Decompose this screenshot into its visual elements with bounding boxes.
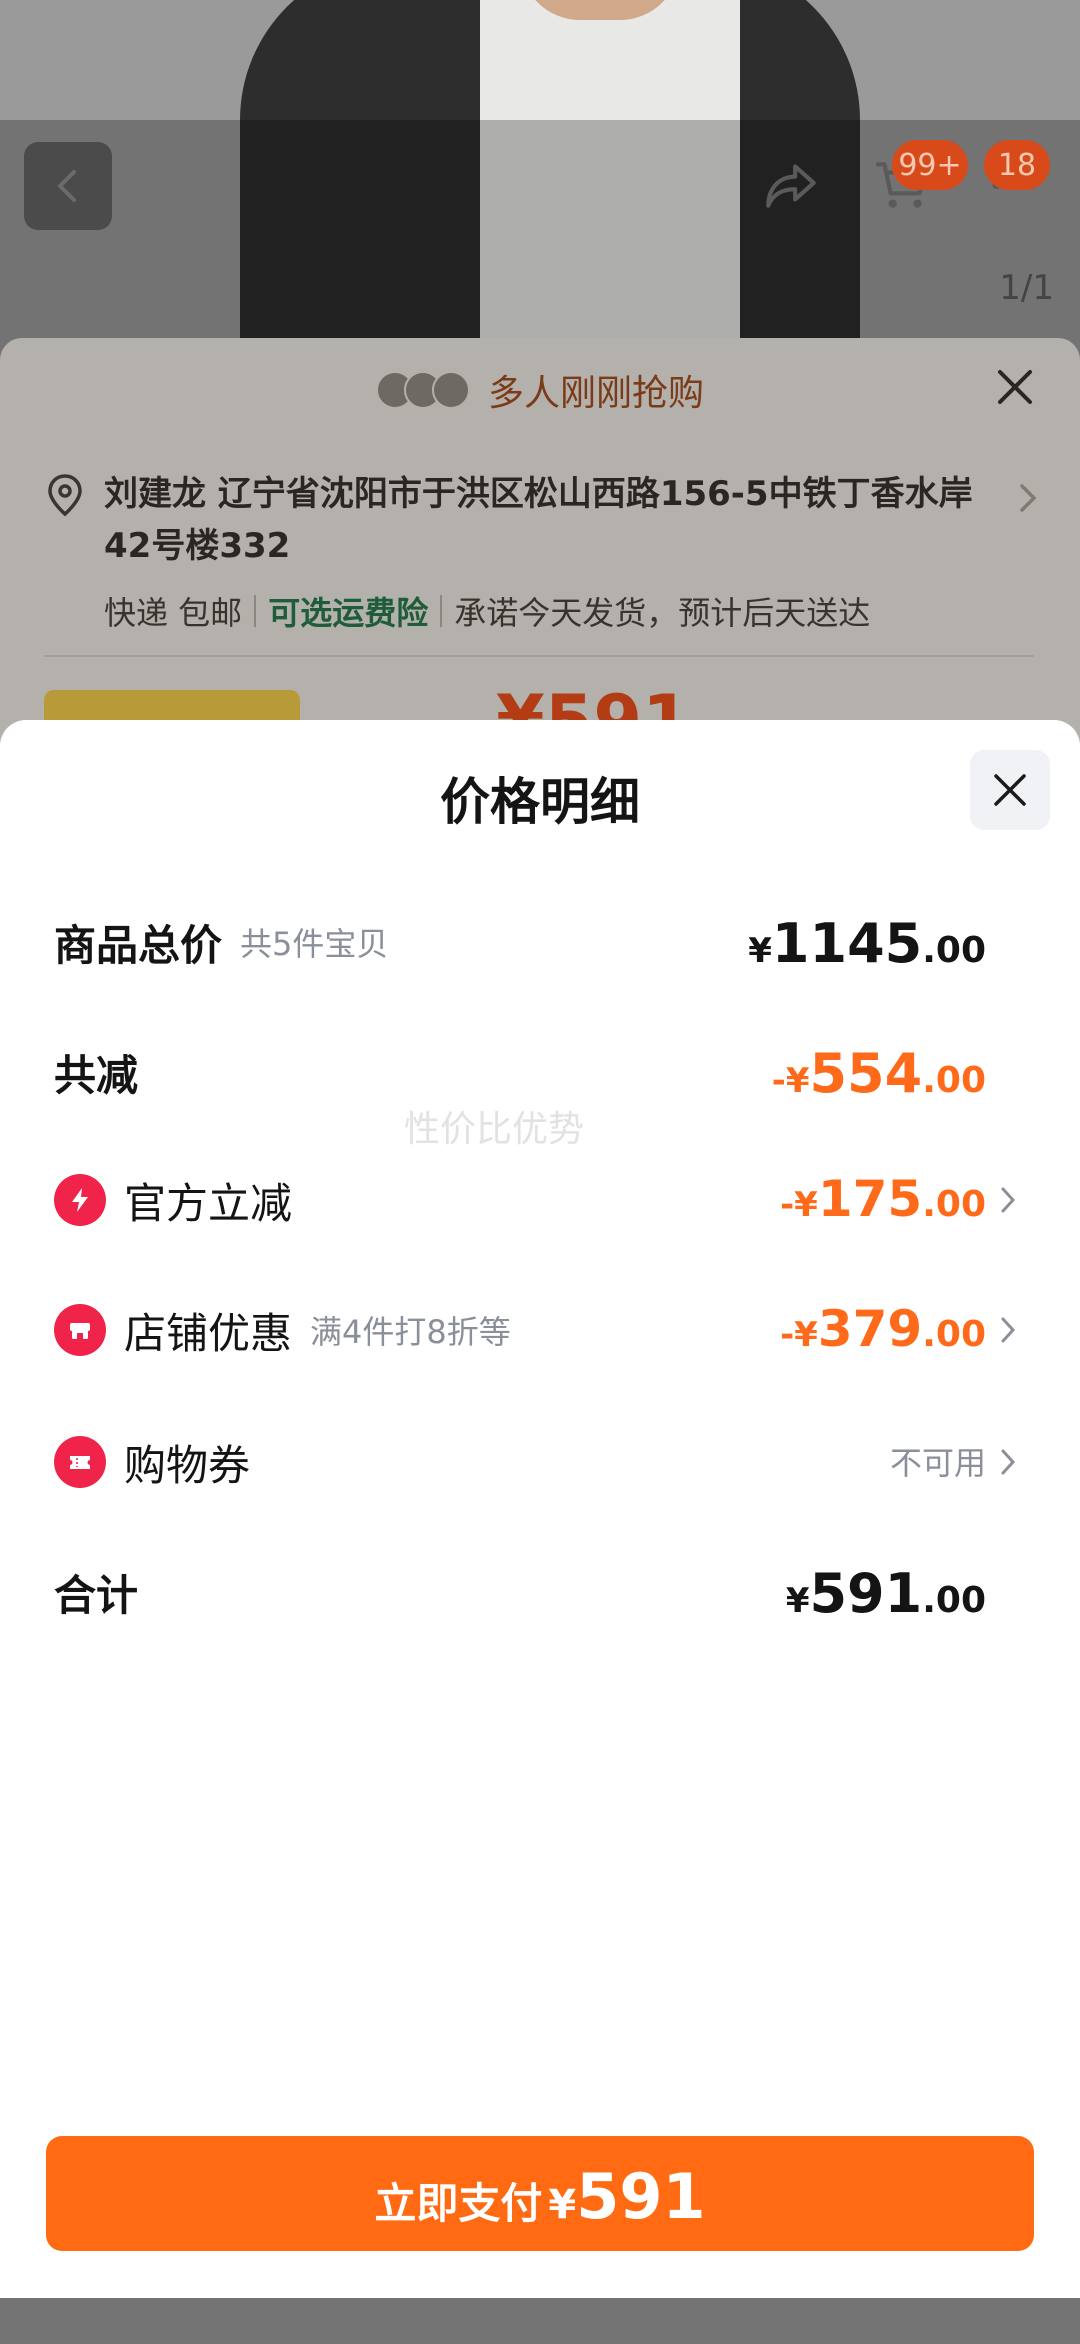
coupon-row[interactable]: 购物券 不可用 — [0, 1422, 1080, 1502]
amount-integer: 379 — [817, 1300, 923, 1358]
lightning-icon — [54, 1174, 106, 1226]
close-icon — [994, 774, 1026, 806]
cart-badge: 99+ — [892, 140, 968, 190]
messages-badge: 18 — [984, 140, 1050, 190]
chevron-right-icon — [1020, 484, 1037, 512]
discount-total-row: 共减 -¥ 554 .00 — [0, 1032, 1080, 1112]
discount-total-amount: -¥ 554 .00 — [772, 1032, 986, 1112]
currency-symbol: -¥ — [780, 1185, 818, 1225]
amount-decimal: .00 — [922, 1314, 986, 1355]
coupon-status: 不可用 — [890, 1422, 986, 1502]
gesture-bar-area — [0, 2298, 1080, 2344]
coupon-label: 购物券 — [124, 1440, 251, 1490]
official-discount-row[interactable]: 官方立减 -¥ 175 .00 — [0, 1160, 1080, 1240]
pay-button-label: 立即支付 — [374, 2179, 543, 2228]
amount-decimal: .00 — [922, 1060, 986, 1101]
total-amount: ¥ 591 .00 — [786, 1552, 986, 1632]
currency-symbol: ¥ — [785, 1581, 810, 1621]
divider — [440, 595, 443, 627]
rush-banner: 多人刚刚抢购 — [0, 355, 1080, 425]
shipping-insurance-link[interactable]: 可选运费险 — [268, 588, 428, 634]
item-count: 共5件宝贝 — [240, 925, 389, 963]
official-discount-label: 官方立减 — [124, 1178, 293, 1228]
delivery-promise: 承诺今天发货，预计后天送达 — [454, 594, 871, 632]
share-button[interactable] — [756, 150, 826, 220]
image-page-indicator: 1/1 — [999, 268, 1054, 308]
coupon-status-text: 不可用 — [889, 1444, 986, 1482]
currency-symbol: -¥ — [771, 1061, 810, 1101]
close-icon — [998, 370, 1032, 404]
amount-integer: 175 — [817, 1170, 923, 1228]
chevron-right-icon — [998, 1314, 1018, 1346]
store-icon — [54, 1304, 106, 1356]
total-label: 合计 — [54, 1570, 139, 1620]
sheet-close-button[interactable] — [970, 750, 1050, 830]
avatar — [431, 371, 470, 409]
ticket-icon — [54, 1436, 106, 1488]
pay-amount: 591 — [576, 2160, 706, 2233]
buyer-avatars — [375, 371, 470, 409]
pay-now-button[interactable]: 立即支付 ¥ 591 — [46, 2136, 1034, 2251]
amount-decimal: .00 — [922, 1184, 986, 1225]
store-discount-row[interactable]: 店铺优惠 满4件打8折等 -¥ 379 .00 — [0, 1290, 1080, 1370]
total-row: 合计 ¥ 591 .00 — [0, 1552, 1080, 1632]
amount-integer: 554 — [809, 1042, 923, 1105]
shipping-address[interactable]: 刘建龙 辽宁省沈阳市于洪区松山西路156-5中铁丁香水岸42号楼332 — [104, 468, 984, 572]
store-discount-label: 店铺优惠 — [124, 1308, 293, 1358]
chevron-right-icon — [998, 1184, 1018, 1216]
shipping-info: 快递 包邮 可选运费险 承诺今天发货，预计后天送达 — [104, 588, 870, 634]
subtotal-row: 商品总价 共5件宝贝 ¥ 1145 .00 — [0, 902, 1080, 982]
back-button[interactable] — [24, 142, 112, 230]
panel-close-button[interactable] — [990, 362, 1040, 412]
shipping-method: 快递 包邮 — [104, 594, 243, 632]
currency-symbol: ¥ — [548, 2182, 577, 2228]
amount-integer: 1145 — [771, 912, 923, 975]
divider — [44, 655, 1034, 657]
discount-total-label: 共减 — [54, 1050, 139, 1100]
subtotal-label: 商品总价 — [54, 920, 223, 970]
official-discount-amount: -¥ 175 .00 — [780, 1160, 986, 1240]
amount-decimal: .00 — [922, 1580, 986, 1621]
chevron-right-icon — [998, 1446, 1018, 1478]
location-pin-icon — [48, 474, 82, 517]
store-discount-rule: 满4件打8折等 — [310, 1313, 511, 1351]
currency-symbol: -¥ — [780, 1315, 818, 1355]
chevron-left-icon — [58, 170, 76, 202]
amount-integer: 591 — [809, 1562, 923, 1625]
share-icon — [766, 164, 816, 208]
currency-symbol: ¥ — [748, 931, 772, 971]
subtotal-amount: ¥ 1145 .00 — [748, 902, 986, 982]
divider — [254, 595, 257, 627]
amount-decimal: .00 — [922, 930, 986, 971]
rush-text: 多人刚刚抢购 — [487, 373, 704, 414]
sheet-title: 价格明细 — [440, 773, 640, 831]
store-discount-amount: -¥ 379 .00 — [780, 1290, 986, 1370]
